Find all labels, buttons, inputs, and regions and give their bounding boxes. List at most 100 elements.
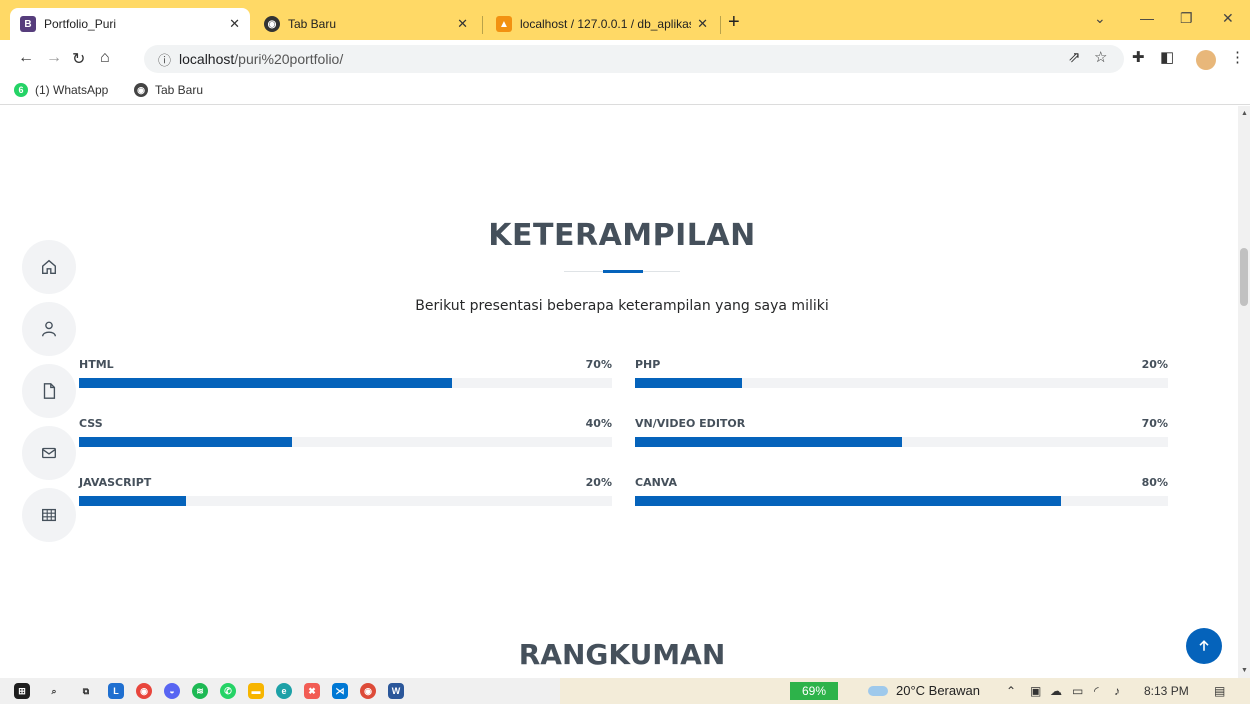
- weather-text: 20°C Berawan: [896, 683, 980, 698]
- scroll-thumb[interactable]: [1240, 248, 1248, 306]
- word-icon[interactable]: W: [388, 683, 404, 699]
- skill-javascript: JAVASCRIPT 20%: [79, 476, 612, 516]
- tab-search-icon[interactable]: ⌄: [1094, 10, 1106, 27]
- tab-title: localhost / 127.0.0.1 / db_aplikas: [520, 17, 692, 31]
- skill-php: PHP 20%: [635, 358, 1168, 398]
- nav-table-button[interactable]: [22, 488, 76, 542]
- skill-name: PHP: [635, 358, 661, 371]
- page-scrollbar[interactable]: ▲ ▼: [1238, 106, 1250, 678]
- phpmyadmin-favicon-icon: ▲: [496, 16, 512, 32]
- skill-css: CSS 40%: [79, 417, 612, 457]
- whatsapp-badge: 6: [18, 85, 24, 95]
- share-icon[interactable]: ⇗: [1068, 48, 1081, 66]
- weather-widget[interactable]: 20°C Berawan: [868, 683, 980, 698]
- chrome-icon: ◉: [134, 83, 148, 97]
- skill-name: JAVASCRIPT: [79, 476, 152, 489]
- close-icon[interactable]: ✕: [697, 16, 708, 32]
- progress-track: [79, 378, 612, 388]
- tab-portfolio[interactable]: B Portfolio_Puri ✕: [10, 8, 250, 40]
- bookmark-star-icon[interactable]: ☆: [1094, 48, 1107, 66]
- whatsapp-icon: 6: [14, 83, 28, 97]
- close-window-icon[interactable]: ✕: [1222, 10, 1234, 27]
- onedrive-icon[interactable]: ☁: [1050, 684, 1062, 698]
- url-path: /puri%20portfolio/: [234, 51, 344, 67]
- forward-icon[interactable]: →: [46, 49, 62, 67]
- tray-chevron-icon[interactable]: ⌃: [1006, 684, 1016, 698]
- edge-icon[interactable]: e: [276, 683, 292, 699]
- url-host: localhost: [179, 51, 235, 67]
- tray-app-icon[interactable]: ▣: [1030, 684, 1041, 698]
- chrome-taskbar-icon[interactable]: ◉: [136, 683, 152, 699]
- app-l-icon[interactable]: L: [108, 683, 124, 699]
- menu-dots-icon[interactable]: ⋮: [1230, 48, 1245, 66]
- bookmark-label: (1) WhatsApp: [35, 83, 109, 97]
- progress-fill: [635, 496, 1062, 506]
- scroll-up-icon[interactable]: ▲: [1241, 110, 1248, 117]
- battery-indicator[interactable]: 69%: [790, 682, 838, 700]
- xampp-icon[interactable]: ✖: [304, 683, 320, 699]
- tab-divider: [720, 16, 721, 34]
- bookmark-whatsapp[interactable]: 6 (1) WhatsApp: [14, 83, 108, 97]
- section-subtitle: Berikut presentasi beberapa keterampilan…: [415, 298, 829, 314]
- skill-value: 70%: [1141, 417, 1168, 430]
- spotify-icon[interactable]: ≋: [192, 683, 208, 699]
- skill-value: 20%: [585, 476, 612, 489]
- bookmark-label: Tab Baru: [155, 83, 204, 97]
- cloud-icon: [868, 685, 888, 696]
- battery-tray-icon[interactable]: ▭: [1072, 684, 1083, 698]
- file-explorer-icon[interactable]: ▬: [248, 683, 264, 699]
- side-panel-icon[interactable]: ◧: [1160, 48, 1174, 66]
- notification-icon[interactable]: ▤: [1214, 684, 1225, 698]
- vscode-icon[interactable]: ⋊: [332, 683, 348, 699]
- progress-track: [635, 437, 1168, 447]
- tab-divider: [482, 16, 483, 34]
- extensions-icon[interactable]: ✚: [1132, 48, 1145, 66]
- home-browser-icon[interactable]: ⌂: [100, 49, 110, 67]
- skill-value: 40%: [585, 417, 612, 430]
- volume-icon[interactable]: ♪: [1114, 684, 1120, 698]
- clock[interactable]: 8:13 PM: [1144, 684, 1189, 698]
- title-accent-bar: [603, 270, 643, 273]
- progress-track: [635, 496, 1168, 506]
- task-view-icon[interactable]: ⧉: [78, 683, 94, 699]
- skill-html: HTML 70%: [79, 358, 612, 398]
- tab-phpmyadmin[interactable]: ▲ localhost / 127.0.0.1 / db_aplikas ✕: [486, 8, 718, 40]
- tab-new[interactable]: ◉ Tab Baru ✕: [254, 8, 478, 40]
- nav-resume-button[interactable]: [22, 364, 76, 418]
- table-icon: [42, 508, 56, 522]
- address-bar[interactable]: ⓘ localhost/puri%20portfolio/: [144, 45, 1124, 73]
- search-icon[interactable]: ⌕: [46, 683, 62, 699]
- site-info-icon[interactable]: ⓘ: [158, 50, 171, 69]
- file-icon: [43, 383, 56, 399]
- minimize-icon[interactable]: —: [1140, 10, 1154, 26]
- section-title: KETERAMPILAN: [488, 218, 756, 253]
- back-to-top-button[interactable]: [1186, 628, 1222, 664]
- nav-contact-button[interactable]: [22, 426, 76, 480]
- whatsapp-taskbar-icon[interactable]: ✆: [220, 683, 236, 699]
- home-icon: [42, 259, 56, 274]
- close-icon[interactable]: ✕: [457, 16, 468, 32]
- wifi-icon[interactable]: ◜: [1094, 684, 1099, 698]
- back-icon[interactable]: ←: [18, 49, 34, 67]
- arrow-up-icon: [1199, 640, 1209, 651]
- bootstrap-favicon-icon: B: [20, 16, 36, 32]
- tab-title: Tab Baru: [288, 17, 337, 31]
- progress-fill: [79, 378, 453, 388]
- progress-track: [635, 378, 1168, 388]
- bookmark-tab-baru[interactable]: ◉ Tab Baru: [134, 83, 203, 97]
- progress-fill: [79, 496, 186, 506]
- restore-icon[interactable]: ❐: [1180, 10, 1193, 27]
- scroll-down-icon[interactable]: ▼: [1241, 667, 1248, 674]
- close-icon[interactable]: ✕: [229, 16, 240, 32]
- discord-icon[interactable]: ◒: [164, 683, 180, 699]
- reload-icon[interactable]: ↻: [72, 49, 85, 69]
- windows-start-icon[interactable]: ⊞: [14, 683, 30, 699]
- skill-name: CSS: [79, 417, 103, 430]
- skill-name: HTML: [79, 358, 114, 371]
- page-content: KETERAMPILAN Berikut presentasi beberapa…: [0, 106, 1238, 678]
- person-icon: [42, 321, 56, 337]
- profile-avatar[interactable]: [1196, 50, 1216, 70]
- chrome-active-icon[interactable]: ◉: [360, 683, 376, 699]
- new-tab-button[interactable]: +: [728, 12, 740, 32]
- bookmarks-bar: 6 (1) WhatsApp ◉ Tab Baru: [0, 78, 1250, 105]
